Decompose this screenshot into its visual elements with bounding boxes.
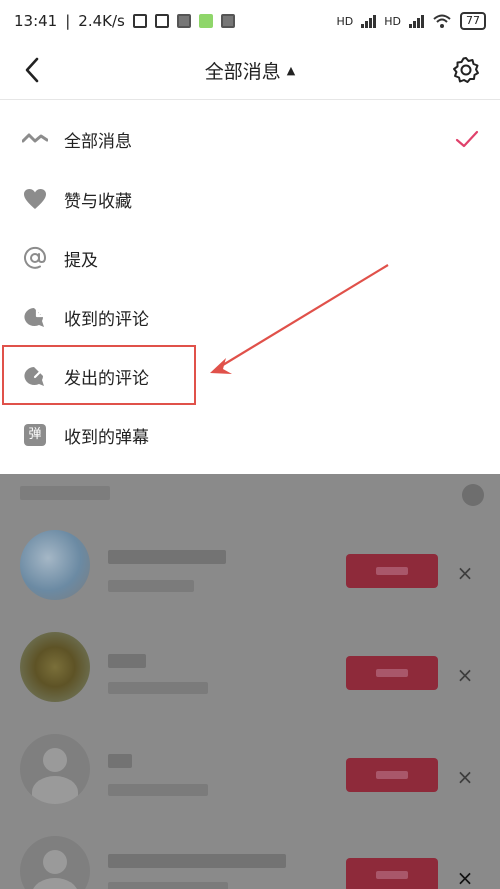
follow-button[interactable] xyxy=(346,554,438,588)
heart-icon xyxy=(22,186,48,212)
menu-item-label: 赞与收藏 xyxy=(64,191,132,212)
gear-icon xyxy=(453,57,479,83)
menu-item-mentions[interactable]: 提及 xyxy=(0,229,500,287)
avatar xyxy=(20,836,90,889)
follow-button[interactable] xyxy=(346,656,438,690)
hd-label: HD xyxy=(336,14,354,28)
list-item: × xyxy=(0,516,500,616)
list-item: × xyxy=(0,822,500,889)
chevron-left-icon xyxy=(25,57,39,83)
status-bar: 13:41 | 2.4K/s HD HD 77 xyxy=(0,0,500,42)
user-subtitle-placeholder xyxy=(108,580,194,592)
list-item: × xyxy=(0,618,500,718)
list-item: × xyxy=(0,720,500,820)
status-left: 13:41 | 2.4K/s xyxy=(14,12,235,30)
danmaku-icon: 弹 xyxy=(22,422,48,448)
user-name-placeholder xyxy=(108,854,286,868)
settings-button[interactable] xyxy=(452,56,480,84)
user-name-placeholder xyxy=(108,754,132,768)
battery-icon: 77 xyxy=(460,12,486,30)
wave-icon xyxy=(22,126,48,152)
menu-item-label: 提及 xyxy=(64,250,98,271)
menu-item-received-comments[interactable]: 收到的评论 xyxy=(0,288,500,346)
message-filter-dropdown[interactable]: 全部消息 ▲ xyxy=(205,57,295,84)
top-bar: 全部消息 ▲ xyxy=(0,42,500,100)
avatar xyxy=(20,734,90,804)
menu-item-all-messages[interactable]: 全部消息 xyxy=(0,110,500,168)
app-notification-icon xyxy=(176,14,191,28)
close-icon[interactable]: × xyxy=(455,563,475,583)
avatar xyxy=(20,530,90,600)
page-title: 全部消息 xyxy=(204,61,281,83)
app-notification-icon-3 xyxy=(220,14,235,28)
back-button[interactable] xyxy=(18,56,46,84)
signal-icon-2 xyxy=(409,14,424,28)
menu-item-label: 全部消息 xyxy=(64,131,132,152)
user-name-placeholder xyxy=(108,550,226,564)
status-right: HD HD 77 xyxy=(336,12,486,30)
signal-icon xyxy=(361,14,377,28)
app-notification-icon-2 xyxy=(198,14,213,28)
menu-item-label: 收到的评论 xyxy=(64,309,149,330)
caret-up-icon: ▲ xyxy=(286,64,296,77)
check-icon xyxy=(454,126,480,152)
at-icon xyxy=(22,245,48,271)
menu-item-likes-favorites[interactable]: 赞与收藏 xyxy=(0,170,500,228)
dimmed-backdrop[interactable]: × × × × xyxy=(0,474,500,889)
comment-in-icon xyxy=(22,304,48,330)
nfc-icon xyxy=(154,14,169,28)
danmaku-glyph: 弹 xyxy=(24,424,46,446)
section-title xyxy=(20,486,110,500)
avatar xyxy=(20,632,90,702)
user-subtitle-placeholder xyxy=(108,882,228,889)
menu-item-label: 收到的弹幕 xyxy=(64,427,149,448)
hd-label-2: HD xyxy=(384,14,401,28)
follow-button[interactable] xyxy=(346,858,438,889)
user-name-placeholder xyxy=(108,654,146,668)
user-subtitle-placeholder xyxy=(108,682,208,694)
close-icon[interactable]: × xyxy=(455,767,475,787)
wifi-icon xyxy=(433,14,451,28)
mute-icon xyxy=(132,14,147,28)
close-icon[interactable]: × xyxy=(455,665,475,685)
user-subtitle-placeholder xyxy=(108,784,208,796)
menu-item-received-danmaku[interactable]: 弹 收到的弹幕 xyxy=(0,406,500,464)
highlight-annotation xyxy=(2,345,196,405)
status-speed: 2.4K/s xyxy=(78,12,125,30)
status-time: 13:41 xyxy=(14,12,58,30)
follow-button[interactable] xyxy=(346,758,438,792)
close-icon[interactable]: × xyxy=(455,868,475,888)
message-filter-menu: 全部消息 赞与收藏 提及 收到的评论 发出的评论 弹 收到的弹幕 xyxy=(0,100,500,474)
info-icon xyxy=(462,484,484,506)
